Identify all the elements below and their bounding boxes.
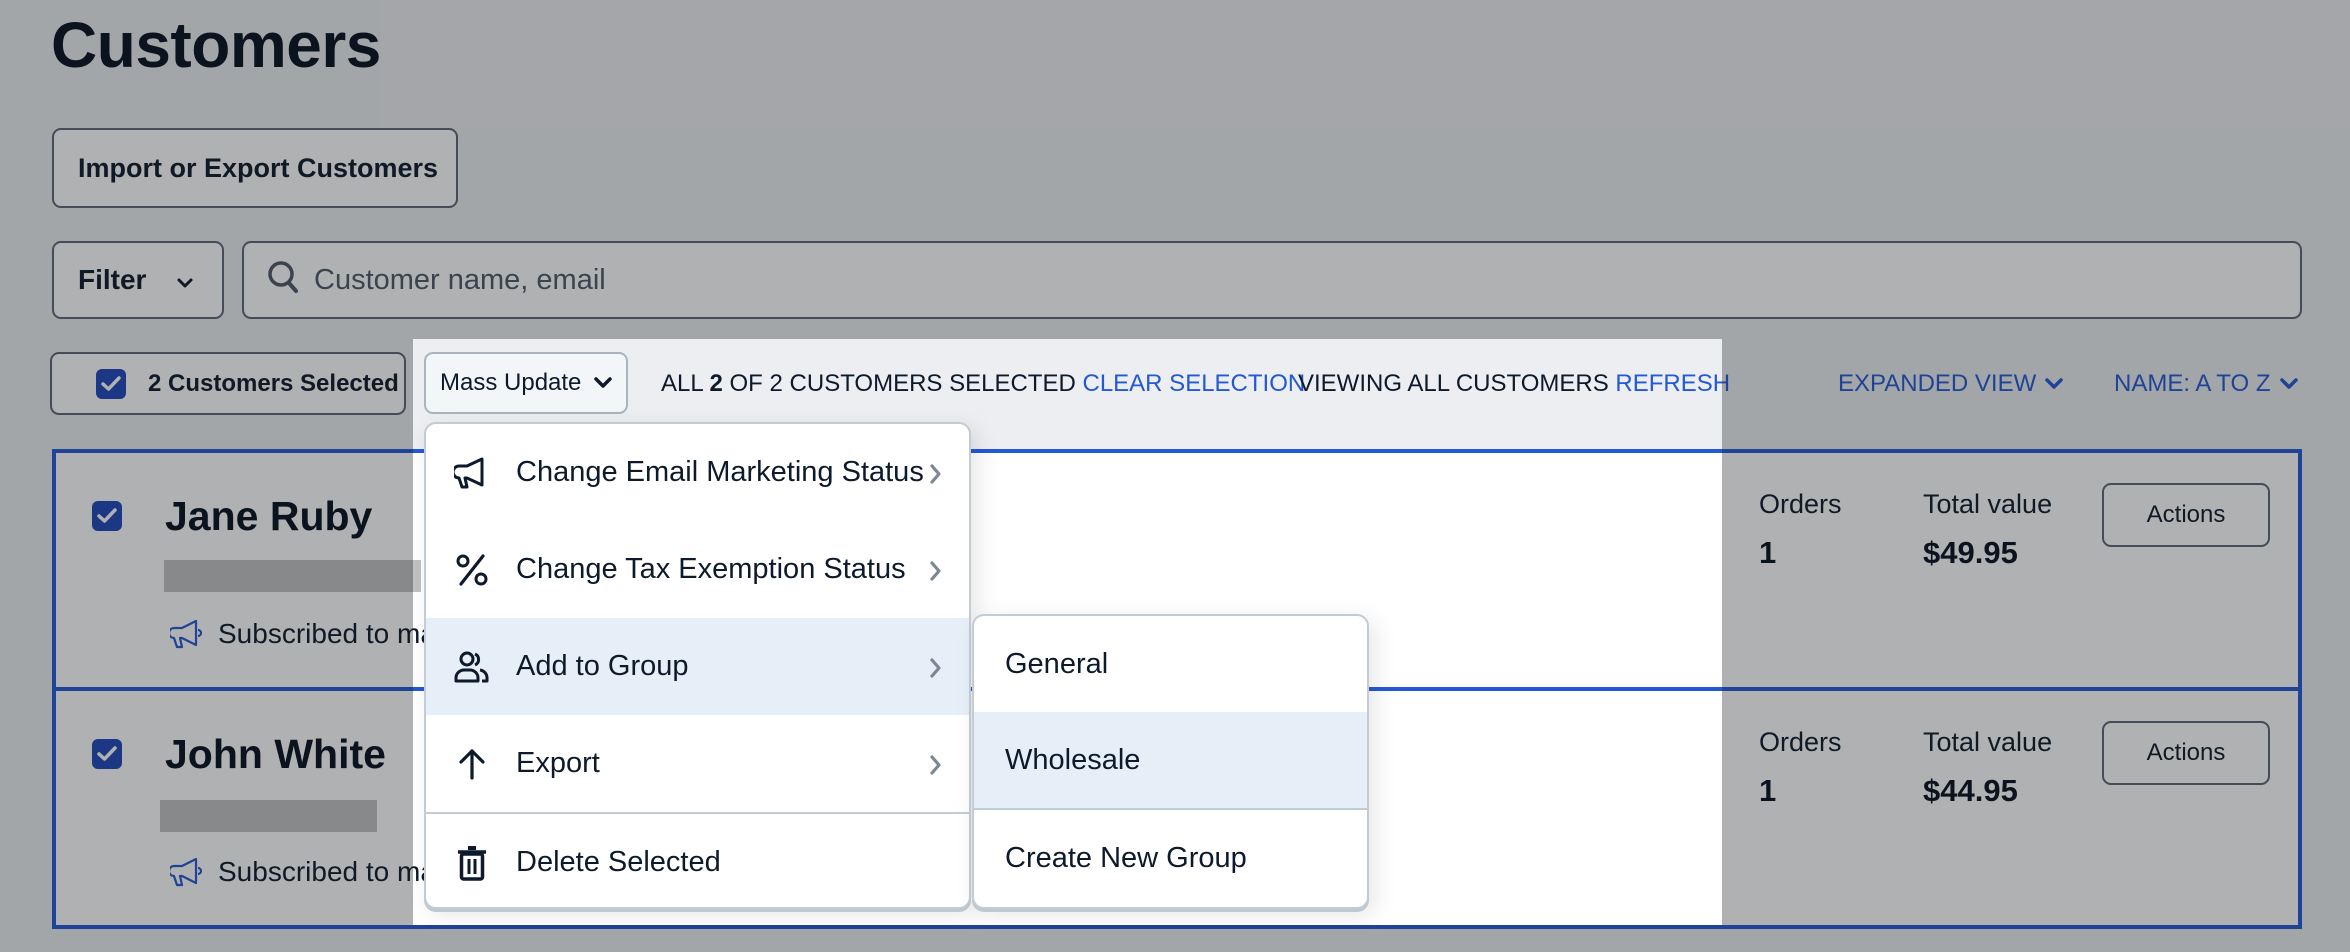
dim-overlay xyxy=(0,0,2350,339)
menu-item-export[interactable]: Export xyxy=(426,715,969,812)
menu-item-label: Delete Selected xyxy=(516,846,721,878)
menu-item-label: Add to Group xyxy=(516,650,689,682)
menu-item-label: Change Tax Exemption Status xyxy=(516,553,906,585)
menu-item-add-to-group[interactable]: Add to Group xyxy=(426,618,969,715)
viewing-status: VIEWING ALL CUSTOMERS REFRESH xyxy=(1298,370,1730,398)
users-icon xyxy=(450,645,494,689)
mass-update-label: Mass Update xyxy=(440,369,582,396)
viewing-label: VIEWING ALL CUSTOMERS xyxy=(1298,370,1609,397)
dim-overlay xyxy=(0,925,2350,952)
menu-item-delete-selected[interactable]: Delete Selected xyxy=(426,814,969,907)
refresh-link[interactable]: REFRESH xyxy=(1615,370,1730,397)
chevron-right-icon xyxy=(929,557,943,590)
summary-suffix: OF 2 CUSTOMERS SELECTED xyxy=(722,370,1076,397)
dim-overlay xyxy=(0,339,413,925)
dim-overlay xyxy=(1722,339,2350,925)
menu-item-label: Export xyxy=(516,747,600,779)
arrow-up-icon xyxy=(450,742,494,786)
megaphone-icon xyxy=(450,451,494,495)
percent-icon xyxy=(450,548,494,592)
summary-prefix: ALL xyxy=(661,370,710,397)
submenu-item-wholesale[interactable]: Wholesale xyxy=(974,712,1367,808)
clear-selection-link[interactable]: CLEAR SELECTION xyxy=(1082,370,1305,398)
menu-item-change-email-marketing-status[interactable]: Change Email Marketing Status xyxy=(426,424,969,521)
chevron-down-icon xyxy=(593,369,613,397)
selection-summary: ALL 2 OF 2 CUSTOMERS SELECTED CLEAR SELE… xyxy=(661,370,1305,398)
mass-update-button[interactable]: Mass Update xyxy=(424,352,628,414)
menu-item-label: Change Email Marketing Status xyxy=(516,456,924,488)
chevron-right-icon xyxy=(929,460,943,493)
chevron-right-icon xyxy=(929,654,943,687)
menu-item-change-tax-exemption-status[interactable]: Change Tax Exemption Status xyxy=(426,521,969,618)
submenu-item-create-new-group[interactable]: Create New Group xyxy=(974,810,1367,906)
chevron-right-icon xyxy=(929,751,943,784)
trash-icon xyxy=(450,841,494,885)
summary-count: 2 xyxy=(709,370,723,397)
mass-update-menu: Change Email Marketing Status Change Tax… xyxy=(424,422,971,909)
group-submenu: General Wholesale Create New Group xyxy=(972,614,1369,909)
submenu-item-general[interactable]: General xyxy=(974,616,1367,712)
